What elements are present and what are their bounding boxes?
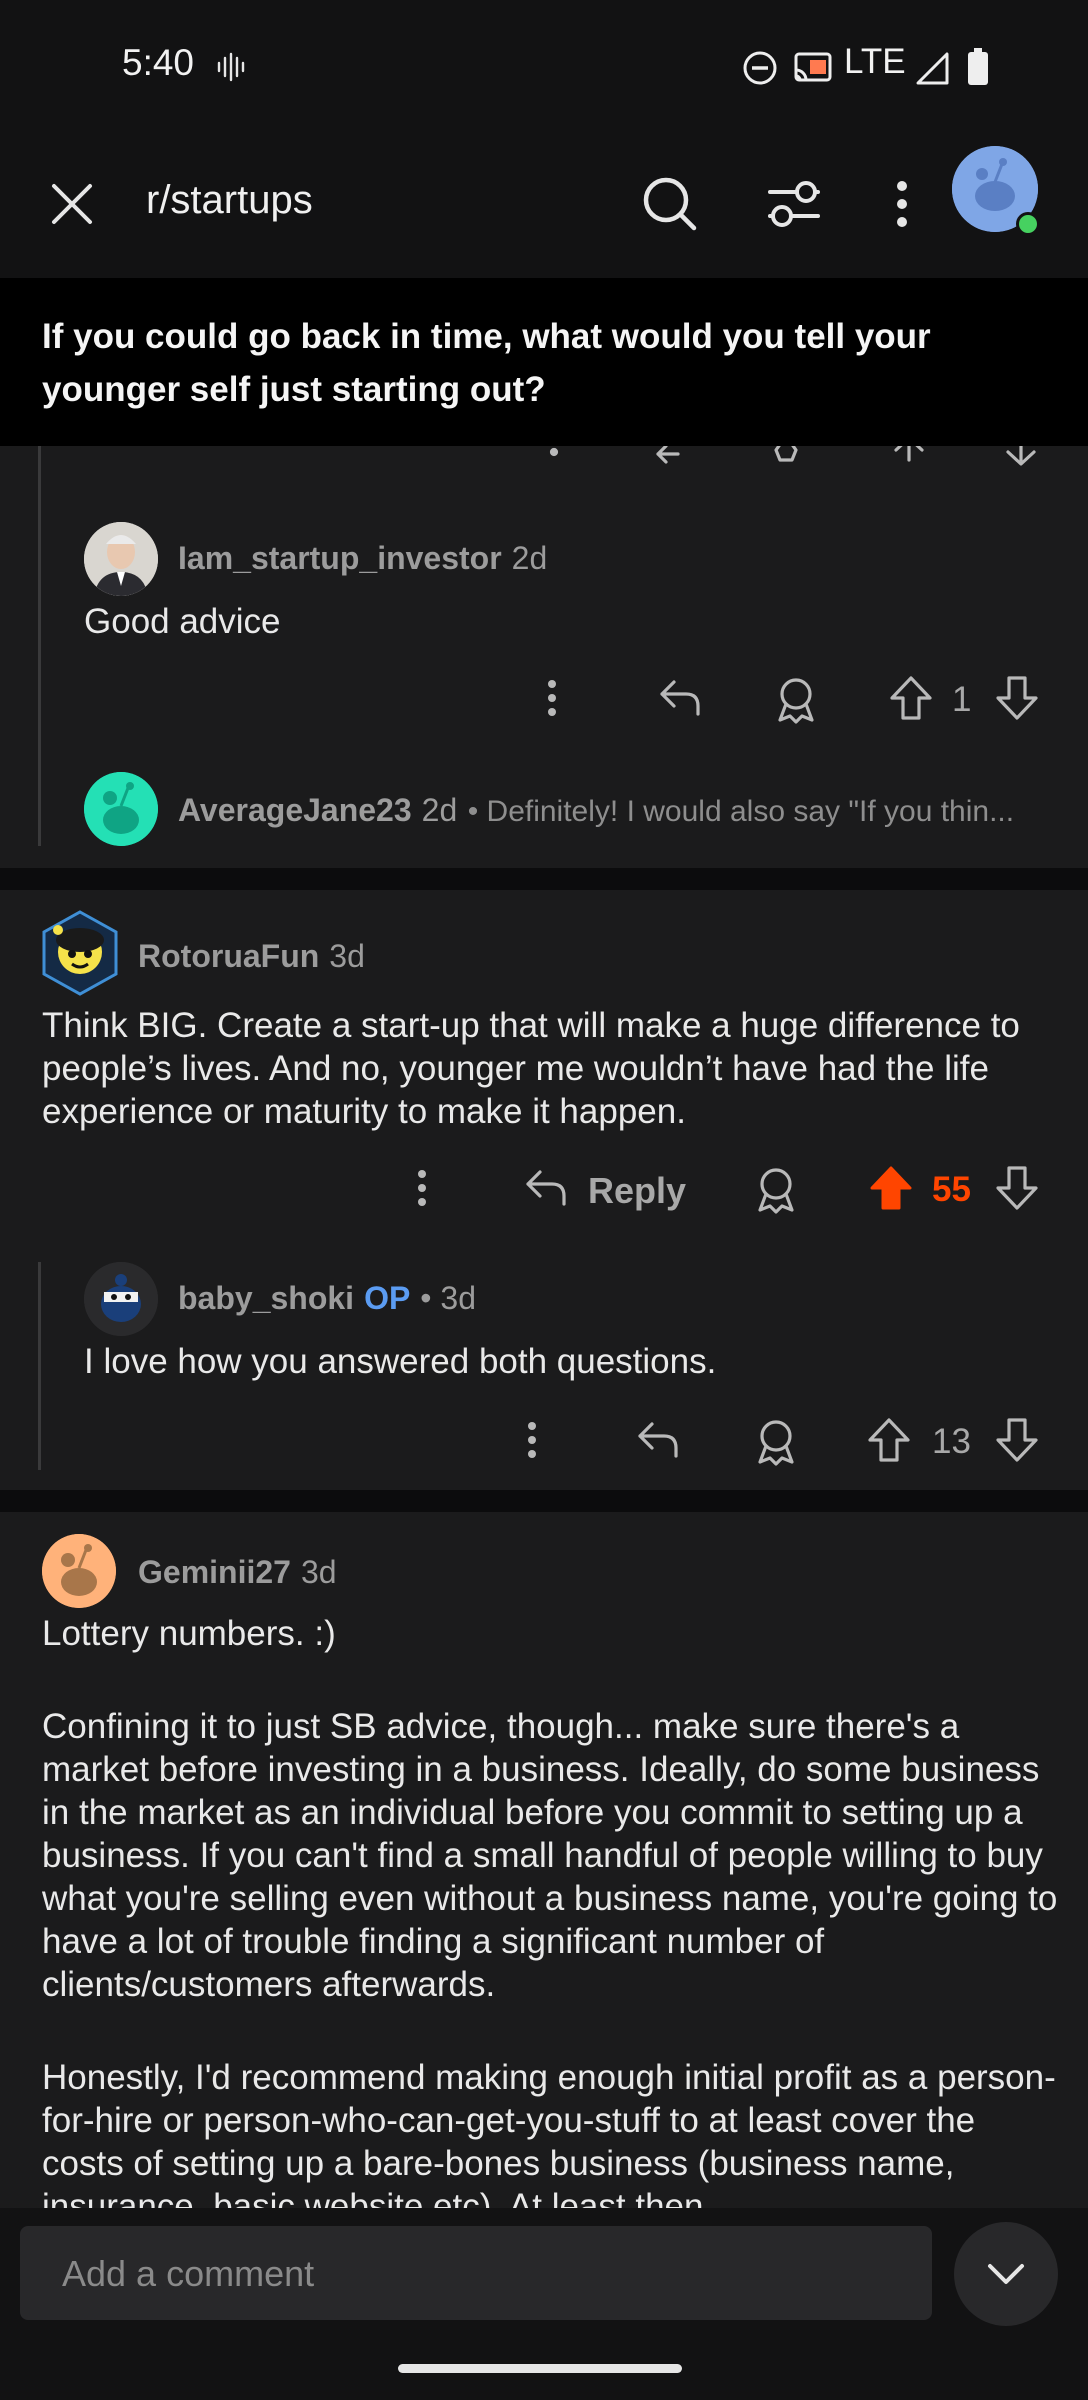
award-icon[interactable] <box>752 1416 800 1466</box>
search-icon[interactable] <box>640 174 700 234</box>
network-type: LTE <box>844 42 906 81</box>
subreddit-name[interactable]: r/startups <box>146 178 313 223</box>
username[interactable]: Iam_startup_investor <box>178 540 502 576</box>
upvote-icon[interactable] <box>866 1416 912 1464</box>
downvote-icon[interactable] <box>994 1164 1040 1212</box>
avatar[interactable] <box>84 1262 158 1336</box>
more-options-icon[interactable] <box>520 1416 544 1464</box>
cast-icon <box>792 50 834 86</box>
comment-body: Good advice <box>84 602 281 641</box>
comment-paragraph: Confining it to just SB advice, though..… <box>42 1707 1058 2004</box>
post-title: If you could go back in time, what would… <box>42 317 931 409</box>
vibrate-icon <box>216 52 246 82</box>
comment-meta: RotoruaFun 3d <box>138 938 365 975</box>
comment-age: 2d <box>421 792 458 828</box>
divider <box>0 1490 1088 1512</box>
signal-icon <box>914 50 950 86</box>
add-comment-input[interactable]: Add a comment <box>20 2226 932 2320</box>
post-title-bar: If you could go back in time, what would… <box>0 278 1088 446</box>
comment-body: Think BIG. Create a start-up that will m… <box>42 1006 1020 1131</box>
comment-age: 2d <box>511 540 548 576</box>
do-not-disturb-icon <box>742 50 778 86</box>
award-icon[interactable] <box>752 1164 800 1214</box>
comment-placeholder: Add a comment <box>62 2253 315 2294</box>
battery-icon <box>966 48 990 86</box>
thread-line[interactable] <box>38 446 41 846</box>
upvote-icon[interactable] <box>888 674 934 722</box>
vote-count: 13 <box>932 1422 971 1461</box>
downvote-icon[interactable] <box>994 1416 1040 1464</box>
status-bar: 5:40 LTE <box>0 0 1088 130</box>
vote-count: 1 <box>952 680 972 719</box>
comment-body: I love how you answered both questions. <box>84 1342 717 1381</box>
avatar[interactable] <box>42 1534 116 1608</box>
home-indicator[interactable] <box>398 2364 682 2373</box>
reply-icon[interactable] <box>656 676 704 720</box>
reply-icon[interactable] <box>522 1166 570 1210</box>
reply-button[interactable]: Reply <box>588 1170 686 1212</box>
username[interactable]: baby_shoki <box>178 1280 354 1316</box>
divider <box>0 868 1088 890</box>
collapsed-comment[interactable]: AverageJane23 2d • Definitely! I would al… <box>178 792 1038 829</box>
comment-age: 3d <box>300 1554 337 1590</box>
avatar[interactable] <box>84 522 158 596</box>
chevron-down-icon <box>984 2256 1028 2292</box>
avatar[interactable] <box>84 772 158 846</box>
sort-filter-icon[interactable] <box>766 178 822 230</box>
comment-meta: Iam_startup_investor 2d <box>178 540 547 577</box>
clipped-action-row <box>546 446 1086 468</box>
status-time: 5:40 <box>122 42 195 83</box>
comment-meta: Geminii27 3d <box>138 1554 337 1591</box>
downvote-icon[interactable] <box>994 674 1040 722</box>
username[interactable]: Geminii27 <box>138 1554 291 1590</box>
avatar[interactable] <box>40 910 120 996</box>
comment-preview: • Definitely! I would also say "If you t… <box>467 795 1015 828</box>
online-status-dot <box>1016 212 1040 236</box>
reply-icon[interactable] <box>634 1418 682 1462</box>
user-avatar[interactable] <box>952 146 1040 236</box>
comment-age: • 3d <box>420 1280 476 1316</box>
comment-meta: baby_shoki OP • 3d <box>178 1280 476 1317</box>
collapse-button[interactable] <box>954 2222 1058 2326</box>
username[interactable]: AverageJane23 <box>178 792 412 828</box>
comment-age: 3d <box>329 938 365 974</box>
op-badge: OP <box>364 1280 411 1316</box>
upvote-icon-active[interactable] <box>868 1164 914 1212</box>
username[interactable]: RotoruaFun <box>138 938 319 974</box>
comment-paragraph: Honestly, I'd recommend making enough in… <box>42 2058 1056 2208</box>
more-options-icon[interactable] <box>888 180 916 230</box>
close-icon[interactable] <box>46 178 98 230</box>
award-icon[interactable] <box>772 674 820 724</box>
comment-body: Lottery numbers. :) Confining it to just… <box>42 1612 1062 2208</box>
comment-paragraph: Lottery numbers. :) <box>42 1614 336 1653</box>
vote-count: 55 <box>932 1170 971 1209</box>
more-options-icon[interactable] <box>540 674 564 722</box>
more-options-icon[interactable] <box>410 1164 434 1212</box>
thread-line[interactable] <box>38 1262 41 1470</box>
